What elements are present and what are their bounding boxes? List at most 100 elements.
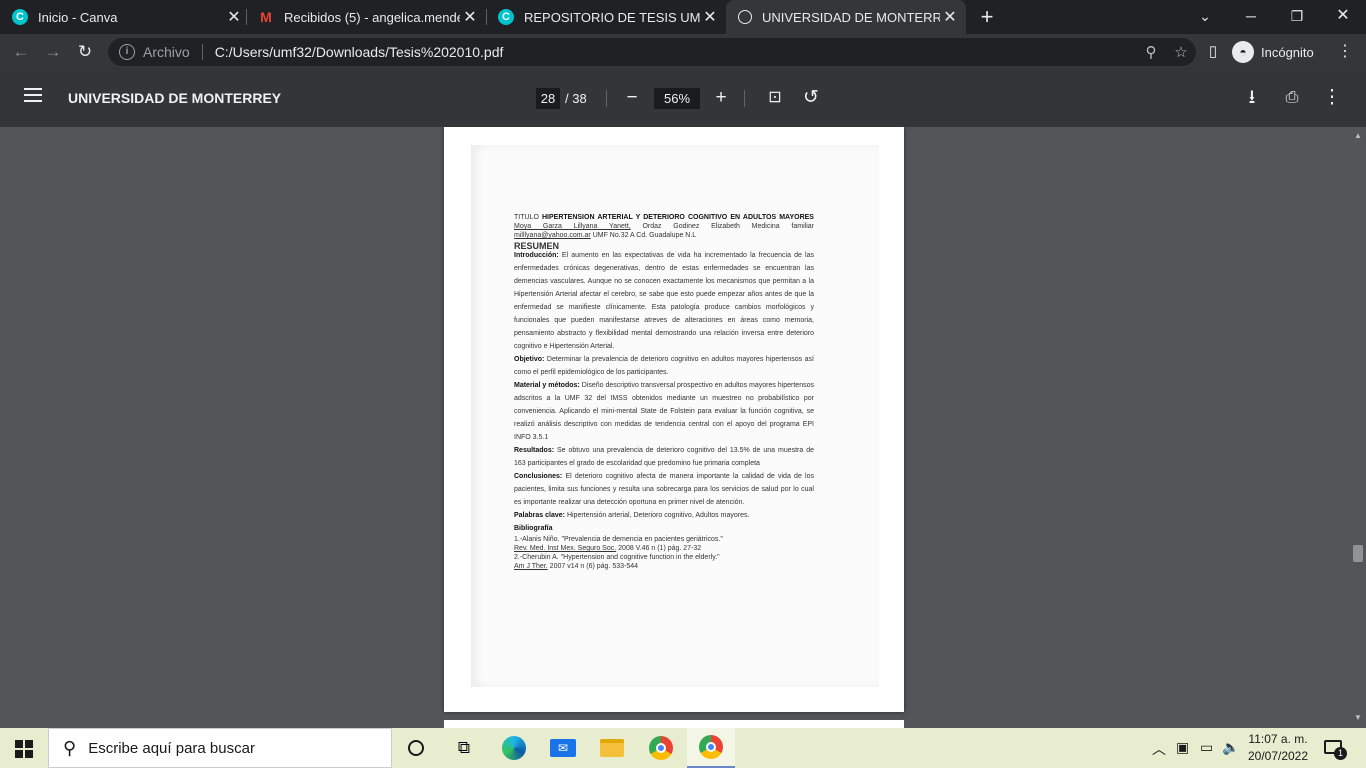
taskbar-clock[interactable]: 11:07 a. m. 20/07/2022	[1244, 731, 1312, 765]
browser-toolbar: ← → ↻ i Archivo C:/Users/umf32/Downloads…	[0, 34, 1366, 70]
canva-icon: C	[498, 9, 514, 25]
print-icon[interactable]: ⎙	[1280, 86, 1304, 110]
bib-entry-2: 2.-Cherubin A. "Hypertension and cogniti…	[514, 553, 814, 571]
tab-title: Inicio - Canva	[38, 9, 118, 25]
start-button[interactable]	[0, 728, 48, 768]
close-window-button[interactable]: ✕	[1320, 0, 1366, 34]
scroll-down-icon[interactable]: ▼	[1354, 713, 1362, 722]
bib-journal: Am J Ther.	[514, 563, 548, 570]
section-label: Palabras clave:	[514, 512, 565, 519]
tab-gmail[interactable]: M Recibidos (5) - angelica.mendez@ ✕	[258, 0, 480, 34]
fit-page-icon[interactable]: ⊡	[763, 86, 787, 110]
bib-journal: Rev. Med. Inst Mex. Seguro Soc.	[514, 545, 617, 552]
section-text: Se obtuvo una prevalencia de deterioro c…	[514, 447, 814, 467]
tab-title: REPOSITORIO DE TESIS UMF 32 M	[524, 9, 700, 25]
doc-coauthor: Ordaz Godinez Elizabeth Medicina familia…	[642, 223, 814, 230]
chrome-incognito-taskbar-button[interactable]	[687, 728, 735, 768]
edge-icon	[502, 736, 526, 760]
bib-label: Bibliografía	[514, 525, 553, 532]
windows-taskbar: ⚲ Escribe aquí para buscar ⧉ ✉ ︿ ▣ ▭ 🔈 1…	[0, 728, 1366, 768]
site-info-icon[interactable]: i	[119, 44, 135, 60]
browser-menu-icon[interactable]: ⋮	[1332, 39, 1358, 65]
zoom-icon[interactable]: ⚲	[1136, 43, 1166, 61]
edge-taskbar-button[interactable]	[490, 728, 538, 768]
close-tab-icon[interactable]: ✕	[940, 7, 960, 27]
url-text[interactable]: C:/Users/umf32/Downloads/Tesis%202010.pd…	[215, 44, 1136, 60]
chrome-icon	[649, 736, 673, 760]
cortana-button[interactable]	[392, 728, 440, 768]
url-scheme: Archivo	[143, 44, 190, 60]
file-explorer-button[interactable]	[588, 728, 636, 768]
bib-line: 1.-Alanis Niño. "Prevalencia de demencia…	[514, 536, 723, 543]
pdf-viewer[interactable]: TITULO HIPERTENSION ARTERIAL Y DETERIORO…	[0, 127, 1366, 728]
show-hidden-icons-icon[interactable]: ︿	[1152, 739, 1166, 759]
chrome-taskbar-button[interactable]	[637, 728, 685, 768]
bib-line: 2.-Cherubin A. "Hypertension and cogniti…	[514, 554, 720, 561]
search-placeholder: Escribe aquí para buscar	[88, 739, 255, 757]
pdf-page: TITULO HIPERTENSION ARTERIAL Y DETERIORO…	[444, 127, 904, 712]
tab-divider	[486, 9, 487, 25]
doc-unit: UMF No.32 A Cd. Guadalupe N.L	[592, 232, 697, 239]
section-label: Objetivo:	[514, 356, 545, 363]
zoom-level-input[interactable]: 56%	[654, 88, 700, 109]
tab-canva-home[interactable]: C Inicio - Canva ✕	[12, 0, 244, 34]
back-button[interactable]: ←	[8, 39, 34, 65]
close-tab-icon[interactable]: ✕	[224, 7, 244, 27]
doc-email: milllyana@yahoo.com.ar	[514, 232, 591, 239]
zoom-in-button[interactable]: +	[709, 86, 733, 110]
pdf-sidebar-menu-icon[interactable]	[24, 88, 42, 102]
doc-title: HIPERTENSION ARTERIAL Y DETERIORO COGNIT…	[542, 214, 814, 221]
mail-taskbar-button[interactable]: ✉	[539, 728, 587, 768]
section-palabras-clave: Palabras clave: Hipertensión arterial, D…	[514, 509, 814, 522]
tab-search-button[interactable]: ⌄	[1182, 0, 1228, 34]
bib-entry-1: 1.-Alanis Niño. "Prevalencia de demencia…	[514, 535, 814, 553]
task-view-icon: ⧉	[457, 738, 471, 757]
volume-icon[interactable]: 🔈	[1222, 739, 1239, 756]
download-icon[interactable]: ⭳	[1240, 86, 1264, 110]
omnibox-divider	[201, 44, 203, 60]
pdf-more-icon[interactable]: ⋮	[1320, 86, 1344, 110]
bibliografia-heading: Bibliografía	[514, 522, 814, 535]
page-total: / 38	[565, 91, 587, 106]
canva-icon: C	[12, 9, 28, 25]
bib-rest: 2008 V.46 n (1) pág. 27-32	[618, 545, 702, 552]
section-text: Determinar la prevalencia de deterioro c…	[514, 356, 814, 376]
new-tab-button[interactable]: +	[976, 4, 998, 30]
cortana-icon	[408, 740, 424, 756]
doc-author: Moya Garza Lillyana Yanett,	[514, 223, 631, 230]
incognito-profile-button[interactable]: ◓ Incógnito	[1232, 38, 1314, 66]
taskbar-search[interactable]: ⚲ Escribe aquí para buscar	[48, 728, 392, 768]
section-label: Material y métodos:	[514, 382, 580, 389]
side-panel-icon[interactable]: ▯	[1200, 39, 1226, 65]
close-tab-icon[interactable]: ✕	[700, 7, 720, 27]
section-label: Resultados:	[514, 447, 555, 454]
rotate-icon[interactable]: ↺	[799, 86, 823, 110]
tab-universidad-active[interactable]: UNIVERSIDAD DE MONTERREY ✕	[726, 0, 966, 34]
scroll-up-icon[interactable]: ▲	[1354, 131, 1362, 140]
tab-divider	[246, 9, 247, 25]
notification-center-button[interactable]: 1	[1322, 738, 1347, 760]
bookmark-star-icon[interactable]: ☆	[1166, 43, 1196, 61]
section-introduccion: Introducción: El aumento en las expectat…	[514, 249, 814, 353]
pdf-toolbar: UNIVERSIDAD DE MONTERREY 28 / 38 − 56% +…	[0, 70, 1366, 127]
section-material: Material y métodos: Diseño descriptivo t…	[514, 379, 814, 444]
page-number-input[interactable]: 28	[536, 88, 560, 109]
mail-icon: ✉	[550, 739, 576, 757]
minimize-button[interactable]: ─	[1228, 0, 1274, 34]
reload-button[interactable]: ↻	[72, 39, 98, 65]
address-bar[interactable]: i Archivo C:/Users/umf32/Downloads/Tesis…	[108, 38, 1196, 66]
tab-repositorio[interactable]: C REPOSITORIO DE TESIS UMF 32 M ✕	[498, 0, 720, 34]
task-view-button[interactable]: ⧉	[440, 728, 488, 768]
meet-now-icon[interactable]: ▣	[1176, 739, 1189, 756]
restore-button[interactable]: ❐	[1274, 0, 1320, 34]
section-label: Conclusiones:	[514, 473, 563, 480]
scrollbar-thumb[interactable]	[1353, 545, 1363, 562]
document-text: TITULO HIPERTENSION ARTERIAL Y DETERIORO…	[514, 213, 814, 571]
network-icon[interactable]: ▭	[1200, 739, 1213, 756]
gmail-icon: M	[260, 9, 272, 25]
bib-rest: 2007 v14 n (6) pág. 533-544	[549, 563, 639, 570]
zoom-out-button[interactable]: −	[620, 86, 644, 110]
forward-button[interactable]: →	[40, 39, 66, 65]
viewer-scrollbar[interactable]: ▲ ▼	[1350, 127, 1366, 728]
close-tab-icon[interactable]: ✕	[460, 7, 480, 27]
